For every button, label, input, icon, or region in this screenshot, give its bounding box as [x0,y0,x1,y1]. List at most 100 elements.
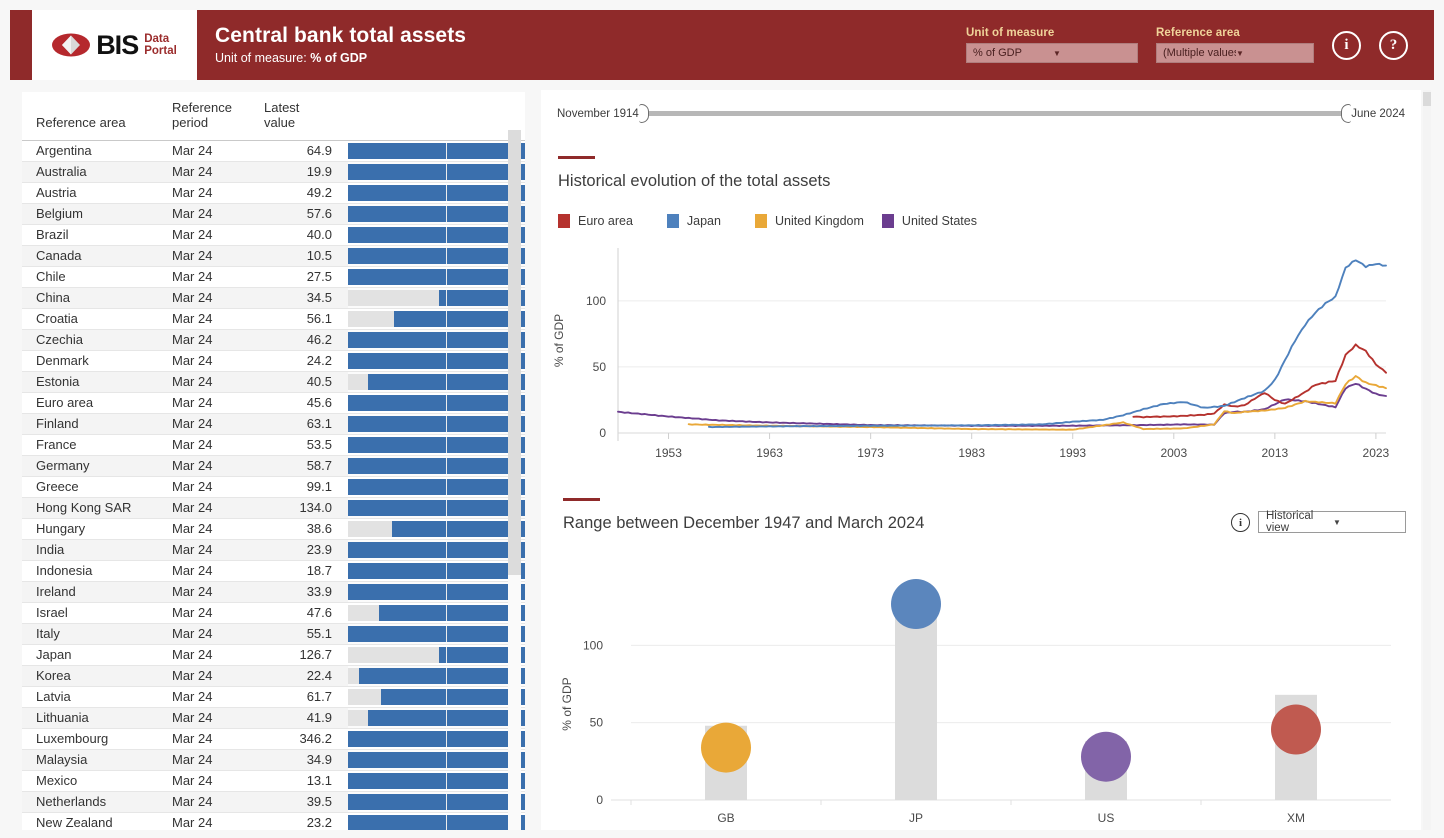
bar-segment-value [348,437,525,453]
page-scrollbar[interactable] [1423,90,1431,830]
bar-segment-value [348,584,525,600]
legend-item[interactable]: United Kingdom [755,214,864,228]
table-row[interactable]: FranceMar 2453.5 [22,434,525,455]
table-row[interactable]: Hong Kong SARMar 24134.0 [22,497,525,518]
table-scrollbar[interactable] [508,130,521,830]
bubble-US[interactable] [1081,732,1131,782]
bubble-JP[interactable] [891,579,941,629]
table-row[interactable]: GreeceMar 2499.1 [22,476,525,497]
bar-segment-value [348,332,525,348]
reference-area-select[interactable]: (Multiple values) ▼ [1156,43,1314,63]
cell-bar [348,245,525,266]
cell-reference-area: China [22,287,172,308]
legend-item[interactable]: Japan [667,214,721,228]
bar-segment-value [381,689,525,705]
table-row[interactable]: IndiaMar 2423.9 [22,539,525,560]
table-row[interactable]: BelgiumMar 2457.6 [22,203,525,224]
table-scrollbar-thumb[interactable] [508,130,521,575]
x-tick-label: 1973 [857,446,884,460]
cell-latest-value: 64.9 [264,140,348,161]
table-row[interactable]: ChinaMar 2434.5 [22,287,525,308]
table-row[interactable]: ItalyMar 2455.1 [22,623,525,644]
y-tick-label: 0 [599,426,606,440]
help-icon[interactable]: ? [1379,31,1408,60]
cell-reference-area: Ireland [22,581,172,602]
bar-segment-value [348,206,525,222]
table-row[interactable]: HungaryMar 2438.6 [22,518,525,539]
bar-cell-wrap [348,603,525,623]
table-row[interactable]: DenmarkMar 2424.2 [22,350,525,371]
x-tick-label: US [1098,811,1115,825]
cell-reference-area: Belgium [22,203,172,224]
cell-bar [348,770,525,791]
slider-track[interactable] [649,111,1341,116]
charts-panel: November 1914 June 2024 Historical evolu… [541,90,1421,830]
bar-cell-wrap [348,624,525,644]
bar-segment-gray [348,605,379,621]
table-row[interactable]: FinlandMar 2463.1 [22,413,525,434]
historical-view-select[interactable]: Historical view ▼ [1258,511,1406,533]
table-row[interactable]: ArgentinaMar 2464.9 [22,140,525,161]
table-row[interactable]: IsraelMar 2447.6 [22,602,525,623]
table-row[interactable]: ChileMar 2427.5 [22,266,525,287]
range-info-icon[interactable]: i [1231,513,1250,532]
column-header-reference-area[interactable]: Reference area [22,92,172,140]
cell-latest-value: 18.7 [264,560,348,581]
cell-reference-period: Mar 24 [172,560,264,581]
bar-segment-value [348,752,525,768]
reference-area-table-panel[interactable]: Reference area Reference period Latest v… [22,92,525,830]
bar-segment-value [348,815,525,830]
table-row[interactable]: AustriaMar 2449.2 [22,182,525,203]
table-row[interactable]: BrazilMar 2440.0 [22,224,525,245]
bar-cell-wrap [348,771,525,791]
cell-latest-value: 346.2 [264,728,348,749]
table-row[interactable]: KoreaMar 2422.4 [22,665,525,686]
legend-item[interactable]: Euro area [558,214,633,228]
cell-bar [348,791,525,812]
time-range-slider[interactable]: November 1914 June 2024 [557,104,1405,123]
table-row[interactable]: CzechiaMar 2446.2 [22,329,525,350]
page-scrollbar-thumb[interactable] [1423,92,1431,106]
column-header-latest-value[interactable]: Latest value [264,92,348,140]
bis-logo[interactable]: BIS Data Portal [32,10,197,80]
legend-item[interactable]: United States [882,214,977,228]
info-icon[interactable]: i [1332,31,1361,60]
cell-reference-period: Mar 24 [172,266,264,287]
table-row[interactable]: New ZealandMar 2423.2 [22,812,525,830]
unit-of-measure-select[interactable]: % of GDP ▼ [966,43,1138,63]
bar-track [348,647,525,663]
range-bubble-chart[interactable]: 050100% of GDPGBJPUSXM [541,550,1417,825]
bubble-XM[interactable] [1271,704,1321,754]
cell-bar [348,476,525,497]
table-row[interactable]: CroatiaMar 2456.1 [22,308,525,329]
cell-latest-value: 46.2 [264,329,348,350]
page-subtitle-label: Unit of measure: [215,51,307,65]
cell-latest-value: 13.1 [264,770,348,791]
cell-bar [348,518,525,539]
bar-cell-wrap [348,309,525,329]
table-row[interactable]: MexicoMar 2413.1 [22,770,525,791]
table-row[interactable]: EstoniaMar 2440.5 [22,371,525,392]
bubble-GB[interactable] [701,723,751,773]
table-row[interactable]: Euro areaMar 2445.6 [22,392,525,413]
table-row[interactable]: CanadaMar 2410.5 [22,245,525,266]
table-row[interactable]: LatviaMar 2461.7 [22,686,525,707]
historical-line-chart[interactable]: 05010019531963197319831993200320132023% … [541,238,1417,478]
bar-segment-value [348,143,525,159]
bar-segment-value [348,395,525,411]
table-row[interactable]: IrelandMar 2433.9 [22,581,525,602]
column-header-reference-period[interactable]: Reference period [172,92,264,140]
slider-handle-right[interactable] [1341,104,1351,123]
slider-handle-left[interactable] [639,104,649,123]
table-row[interactable]: NetherlandsMar 2439.5 [22,791,525,812]
table-row[interactable]: IndonesiaMar 2418.7 [22,560,525,581]
table-row[interactable]: MalaysiaMar 2434.9 [22,749,525,770]
table-row[interactable]: LithuaniaMar 2441.9 [22,707,525,728]
table-row[interactable]: JapanMar 24126.7 [22,644,525,665]
table-row[interactable]: AustraliaMar 2419.9 [22,161,525,182]
table-row[interactable]: LuxembourgMar 24346.2 [22,728,525,749]
cell-latest-value: 57.6 [264,203,348,224]
bar-gridline [446,479,447,495]
section-title-historical: Historical evolution of the total assets [558,172,830,191]
table-row[interactable]: GermanyMar 2458.7 [22,455,525,476]
